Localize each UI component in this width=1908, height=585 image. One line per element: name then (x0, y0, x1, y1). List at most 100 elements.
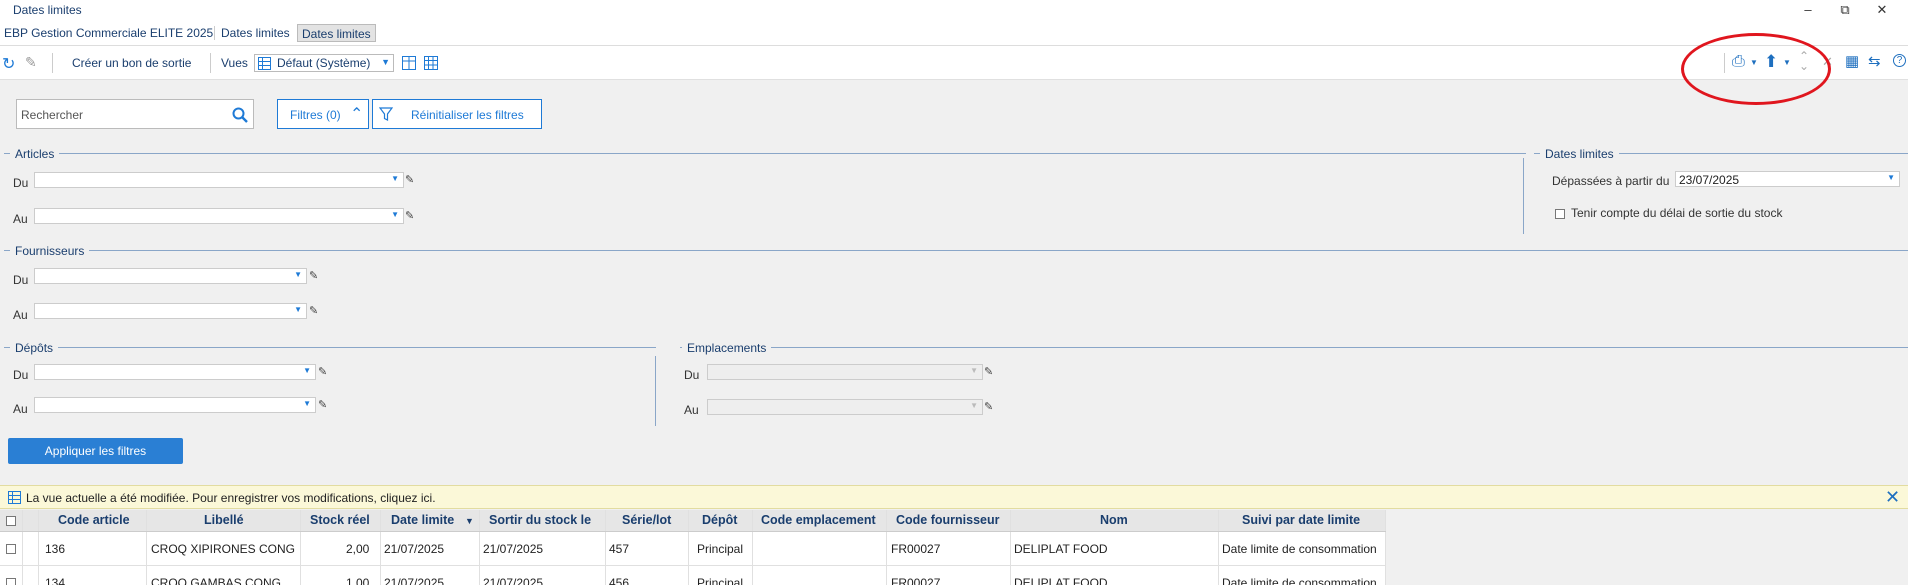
suppliers-to-select[interactable]: ▼ (34, 303, 307, 319)
cell-sortir-du-stock: 21/07/2025 (483, 542, 544, 556)
search-input[interactable]: Rechercher (21, 108, 83, 122)
exceeded-date-select[interactable]: 23/07/2025 ▼ (1675, 171, 1900, 187)
col-stock-reel[interactable]: Stock réel (310, 513, 370, 527)
suppliers-section-title: Fournisseurs (10, 244, 90, 258)
create-exit-voucher-button[interactable]: Créer un bon de sortie (72, 56, 191, 70)
columns-icon[interactable]: ▦ (1845, 52, 1859, 70)
depots-section-line (4, 347, 656, 348)
table-layout-icon[interactable] (402, 56, 416, 70)
stock-exit-delay-checkbox[interactable] (1555, 209, 1565, 219)
articles-to-select[interactable]: ▼ (34, 208, 404, 224)
cell-nom: DELIPLAT FOOD (1014, 576, 1108, 585)
cell-depot: Principal (697, 576, 744, 585)
title-bar: Dates limites – ⧉ ✕ (0, 0, 1908, 20)
pencil-icon[interactable]: ✎ (309, 305, 321, 317)
cell-suivi-date-limite: Date limite de consommation (1222, 576, 1377, 585)
depots-to-select[interactable]: ▼ (34, 397, 316, 413)
grid-layout-icon[interactable] (424, 56, 438, 70)
col-serie-lot[interactable]: Série/lot (622, 513, 671, 527)
pencil-icon[interactable]: ✎ (984, 401, 996, 413)
annotation-ellipse (1681, 33, 1831, 105)
cell-code-fournisseur: FR00027 (891, 542, 941, 556)
chevron-down-icon: ▼ (303, 366, 311, 375)
filter-icon (379, 107, 393, 121)
pencil-icon[interactable]: ✎ (405, 210, 417, 222)
help-icon[interactable]: ? (1893, 54, 1906, 67)
suppliers-to-label: Au (13, 308, 28, 322)
reset-filters-button[interactable]: Réinitialiser les filtres (372, 99, 542, 129)
col-libelle[interactable]: Libellé (204, 513, 244, 527)
suppliers-from-label: Du (13, 273, 29, 287)
views-selected-value: Défaut (Système) (277, 56, 371, 70)
locations-to-label: Au (684, 403, 699, 417)
locations-from-select[interactable]: ▼ (707, 364, 983, 380)
cell-date-limite: 21/07/2025 (384, 576, 445, 585)
search-icon (232, 107, 248, 123)
suppliers-from-select[interactable]: ▼ (34, 268, 307, 284)
pencil-icon[interactable]: ✎ (318, 366, 330, 378)
chevron-down-icon: ▼ (970, 401, 978, 410)
table-row[interactable]: 136 CROQ XIPIRONES CONG 2,00 21/07/2025 … (0, 532, 1386, 566)
locations-section-line (680, 347, 1908, 348)
filters-button[interactable]: Filtres (0) ⌃ (277, 99, 369, 129)
select-all-checkbox[interactable] (6, 516, 16, 526)
tab-app[interactable]: EBP Gestion Commerciale ELITE 2025 (0, 24, 217, 42)
restore-icon[interactable]: ⧉ (1836, 1, 1854, 19)
cell-serie-lot: 456 (609, 576, 630, 585)
depots-to-label: Au (13, 402, 28, 416)
filters-button-label: Filtres (0) (290, 108, 341, 122)
col-code-fournisseur[interactable]: Code fournisseur (896, 513, 1000, 527)
tab-dates-limites-active[interactable]: Dates limites (297, 24, 376, 42)
articles-section-title: Articles (10, 147, 60, 161)
col-code-emplacement[interactable]: Code emplacement (761, 513, 876, 527)
tab-bar: EBP Gestion Commerciale ELITE 2025 Dates… (0, 20, 1908, 46)
cell-date-limite: 21/07/2025 (384, 542, 445, 556)
view-modified-text[interactable]: La vue actuelle a été modifiée. Pour enr… (26, 491, 436, 505)
row-checkbox[interactable] (6, 578, 16, 585)
close-icon[interactable]: ✕ (1885, 487, 1900, 508)
pencil-icon[interactable]: ✎ (405, 174, 417, 186)
view-modified-notice[interactable]: La vue actuelle a été modifiée. Pour enr… (0, 485, 1908, 509)
apply-filters-button[interactable]: Appliquer les filtres (8, 438, 183, 464)
swap-icon[interactable]: ⇆ (1868, 52, 1881, 70)
row-checkbox[interactable] (6, 544, 16, 554)
chevron-down-icon: ▼ (970, 366, 978, 375)
chevron-down-icon: ▼ (1887, 173, 1895, 182)
minimize-icon[interactable]: – (1799, 1, 1817, 19)
cell-stock-reel: 2,00 (346, 542, 370, 556)
locations-to-select[interactable]: ▼ (707, 399, 983, 415)
pencil-icon[interactable]: ✎ (984, 366, 996, 378)
col-code-article[interactable]: Code article (58, 513, 130, 527)
cell-sortir-du-stock: 21/07/2025 (483, 576, 544, 585)
pencil-icon[interactable]: ✎ (309, 270, 321, 282)
tab-dates-limites[interactable]: Dates limites (217, 24, 294, 42)
edit-icon[interactable]: ✎ (25, 54, 37, 71)
depots-from-select[interactable]: ▼ (34, 364, 316, 380)
toolbar-divider (52, 53, 53, 73)
views-select[interactable]: Défaut (Système) ▼ (254, 54, 394, 72)
col-nom[interactable]: Nom (1100, 513, 1128, 527)
col-sortir-du-stock[interactable]: Sortir du stock le (489, 513, 591, 527)
cell-libelle: CROQ GAMBAS CONG (151, 576, 282, 585)
col-depot[interactable]: Dépôt (702, 513, 737, 527)
articles-section-line (4, 153, 1526, 154)
chevron-down-icon: ▼ (294, 270, 302, 279)
tab-divider (214, 26, 215, 40)
articles-from-label: Du (13, 176, 29, 190)
chevron-down-icon: ▼ (303, 399, 311, 408)
col-suivi-date-limite[interactable]: Suivi par date limite (1242, 513, 1360, 527)
table-row[interactable]: 134 CROQ GAMBAS CONG 1,00 21/07/2025 21/… (0, 566, 1386, 585)
articles-from-select[interactable]: ▼ (34, 172, 404, 188)
col-date-limite[interactable]: Date limite (391, 513, 454, 527)
refresh-icon[interactable]: ↻ (2, 54, 15, 74)
cell-libelle: CROQ XIPIRONES CONG (151, 542, 296, 556)
pencil-icon[interactable]: ✎ (318, 399, 330, 411)
cell-nom: DELIPLAT FOOD (1014, 542, 1108, 556)
depots-section-title: Dépôts (10, 341, 59, 355)
cell-code-fournisseur: FR00027 (891, 576, 941, 585)
toolbar: ↻ ✎ Créer un bon de sortie Vues Défaut (… (0, 46, 1908, 80)
chevron-down-icon: ▼ (391, 210, 399, 219)
close-icon[interactable]: ✕ (1873, 1, 1891, 19)
window-title: Dates limites (13, 3, 82, 17)
search-box[interactable]: Rechercher (16, 99, 254, 129)
